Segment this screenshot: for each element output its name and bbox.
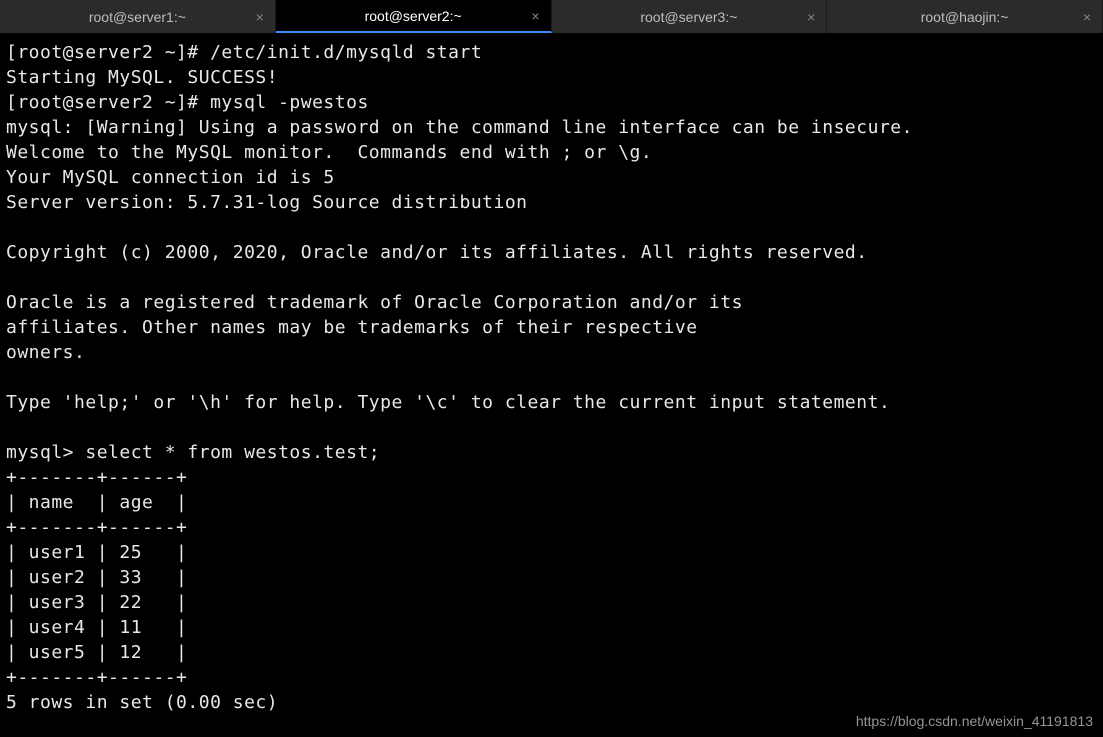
tab-server3[interactable]: root@server3:~ × (552, 0, 828, 33)
tab-server2[interactable]: root@server2:~ × (276, 0, 552, 33)
close-icon[interactable]: × (529, 9, 543, 23)
terminal-output[interactable]: [root@server2 ~]# /etc/init.d/mysqld sta… (0, 34, 1103, 721)
tab-bar: root@server1:~ × root@server2:~ × root@s… (0, 0, 1103, 34)
tab-label: root@server2:~ (365, 8, 462, 24)
close-icon[interactable]: × (253, 10, 267, 24)
tab-label: root@server3:~ (640, 9, 737, 25)
close-icon[interactable]: × (1080, 10, 1094, 24)
watermark: https://blog.csdn.net/weixin_41191813 (856, 713, 1093, 729)
tab-label: root@server1:~ (89, 9, 186, 25)
tab-label: root@haojin:~ (921, 9, 1009, 25)
tab-server1[interactable]: root@server1:~ × (0, 0, 276, 33)
tab-haojin[interactable]: root@haojin:~ × (827, 0, 1103, 33)
close-icon[interactable]: × (804, 10, 818, 24)
